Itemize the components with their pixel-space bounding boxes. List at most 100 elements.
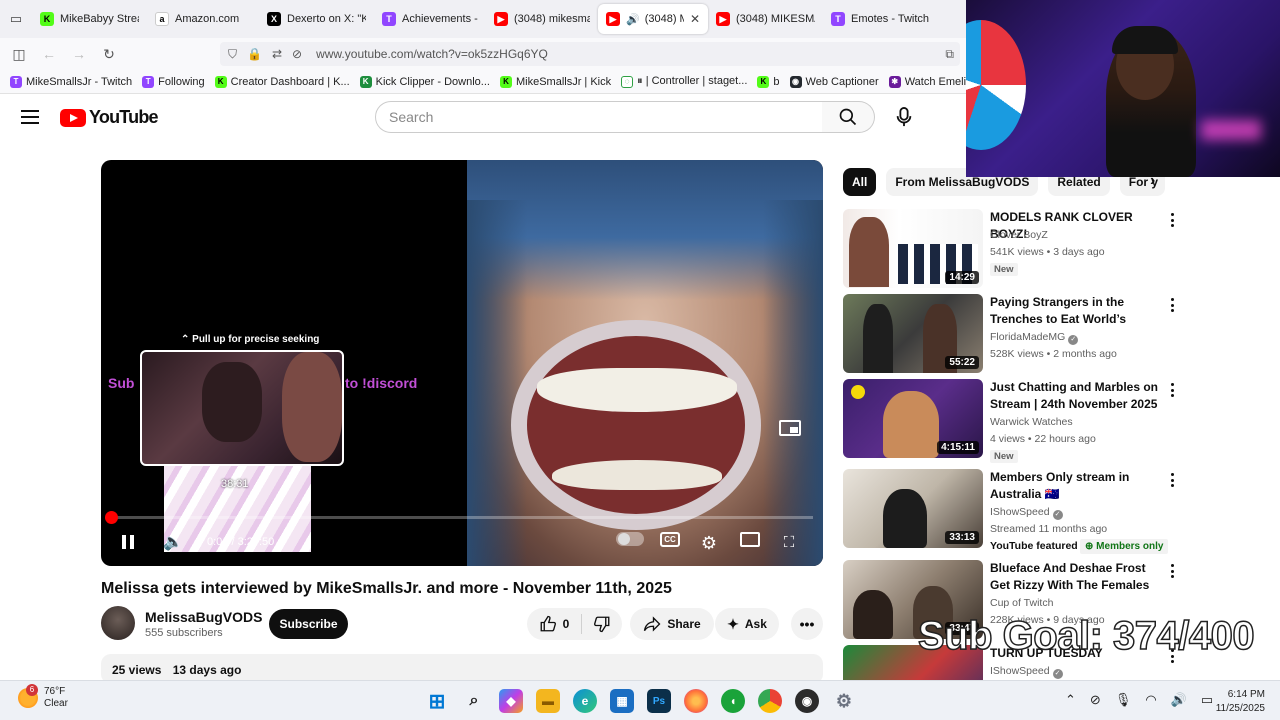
- theater-mode-button[interactable]: [740, 532, 760, 547]
- reload-icon[interactable]: ↻: [94, 46, 124, 63]
- more-vertical-icon[interactable]: [1167, 211, 1177, 229]
- dislike-button[interactable]: [582, 615, 622, 633]
- autoplay-blocked-icon[interactable]: ⊘: [292, 47, 302, 61]
- bookmark-following[interactable]: T Following: [142, 75, 205, 88]
- scrubber-handle[interactable]: [105, 511, 118, 524]
- search-input[interactable]: Search: [375, 101, 823, 133]
- volume-button[interactable]: 🔈: [161, 532, 185, 552]
- youtube-logo[interactable]: YouTube: [60, 107, 159, 128]
- chrome-icon[interactable]: [758, 689, 782, 713]
- url-text[interactable]: www.youtube.com/watch?v=ok5zzHGq6YQ: [316, 47, 548, 61]
- subscribe-button[interactable]: Subscribe: [269, 609, 348, 639]
- tab-youtube-melissa-active[interactable]: ▶🔊(3048) Mel✕: [598, 4, 708, 34]
- more-actions-button[interactable]: •••: [791, 608, 823, 640]
- bookmark-kick-clipper[interactable]: K Kick Clipper - Downlo...: [359, 75, 490, 88]
- chip-all[interactable]: All: [843, 168, 877, 196]
- address-bar[interactable]: ⛉ 🔒 ⇄ ⊘ www.youtube.com/watch?v=ok5zzHGq…: [220, 42, 960, 66]
- settings-button[interactable]: ⚙: [698, 532, 720, 554]
- recommendation-channel[interactable]: Warwick Watches: [990, 416, 1073, 428]
- ask-button[interactable]: ✦ Ask: [715, 608, 779, 640]
- recommendation-title[interactable]: Members Only stream in Australia 🇦🇺: [990, 469, 1166, 503]
- forward-arrow-icon[interactable]: →: [64, 46, 94, 62]
- recommendation-title[interactable]: Paying Strangers in the Trenches to Eat …: [990, 294, 1166, 328]
- microphone-icon[interactable]: 🎙: [1115, 692, 1132, 708]
- speaker-icon[interactable]: 🔊: [1171, 692, 1187, 708]
- recommendation-channel[interactable]: IShowSpeed ✓: [990, 506, 1063, 520]
- bookmark-controller-staget[interactable]: ◌ ⏸ | Controller | staget...: [621, 75, 747, 88]
- more-vertical-icon[interactable]: [1167, 471, 1177, 489]
- shield-icon[interactable]: ⛉: [228, 47, 237, 62]
- recommendation-item[interactable]: 55:22 Paying Strangers in the Trenches t…: [843, 294, 1183, 374]
- subtitles-button[interactable]: CC: [660, 532, 680, 547]
- bookmark-creator-dashboard[interactable]: K Creator Dashboard | K...: [214, 75, 350, 88]
- miniplayer-icon[interactable]: [779, 420, 801, 436]
- recommendation-channel[interactable]: Cup of Twitch: [990, 597, 1053, 609]
- tab-youtube-mikesmal[interactable]: ▶(3048) MIKESMAL: [708, 4, 823, 34]
- tab-achievements[interactable]: TAchievements - Tw: [374, 4, 486, 34]
- autoplay-toggle[interactable]: [616, 532, 644, 546]
- recommendation-channel[interactable]: FloridaMadeMG ✓: [990, 331, 1079, 345]
- audio-playing-icon[interactable]: 🔊: [626, 13, 640, 26]
- channel-avatar[interactable]: [101, 606, 135, 640]
- network-off-icon[interactable]: ⊘: [1090, 692, 1101, 708]
- more-vertical-icon[interactable]: [1167, 562, 1177, 580]
- file-explorer-icon[interactable]: ▬: [536, 689, 560, 713]
- tab-mikebabyy[interactable]: KMikeBabyy Strean: [32, 4, 147, 34]
- kick-app-icon[interactable]: ◖: [721, 689, 745, 713]
- chevron-up-icon[interactable]: ⌃: [1065, 692, 1076, 708]
- settings-icon[interactable]: ⚙: [832, 689, 856, 713]
- fullscreen-button[interactable]: ⛶: [779, 532, 799, 552]
- search-button[interactable]: [822, 101, 875, 133]
- recommendation-channel[interactable]: Clover BoyZ: [990, 229, 1048, 241]
- video-thumbnail[interactable]: 4:15:11: [843, 379, 983, 458]
- tab-amazon[interactable]: a Amazon.com: [147, 4, 259, 34]
- tab-dexerto[interactable]: XDexerto on X: "Kic: [259, 4, 374, 34]
- recommendation-item[interactable]: 14:29 MODELS RANK CLOVER BOYZ! Clover Bo…: [843, 209, 1183, 289]
- video-player[interactable]: Sub to !discord 38:31 ⌃ Pull up for prec…: [101, 160, 823, 566]
- recommendation-item[interactable]: 4:15:11 Just Chatting and Marbles on Str…: [843, 379, 1183, 463]
- progress-bar[interactable]: [105, 511, 813, 524]
- channel-name[interactable]: MelissaBugVODS: [145, 609, 262, 625]
- voice-search-button[interactable]: [886, 101, 922, 133]
- copilot-icon[interactable]: ◆: [499, 689, 523, 713]
- windows-start-icon[interactable]: ⊞: [425, 689, 449, 713]
- tab-overview-icon[interactable]: ▭: [0, 0, 32, 38]
- recommendation-channel[interactable]: IShowSpeed ✓: [990, 665, 1063, 679]
- bookmark-b[interactable]: Kb: [757, 75, 780, 88]
- recommendation-item[interactable]: 33:13 Members Only stream in Australia 🇦…: [843, 469, 1183, 554]
- permissions-icon[interactable]: ⇄: [272, 47, 282, 61]
- more-vertical-icon[interactable]: [1167, 381, 1177, 399]
- bookmark-web-captioner[interactable]: ◉ Web Captioner: [789, 75, 879, 88]
- kick-favicon: K: [214, 75, 227, 88]
- video-thumbnail[interactable]: 14:29: [843, 209, 983, 288]
- search-icon[interactable]: ⌕: [462, 689, 486, 713]
- firefox-icon[interactable]: [684, 689, 708, 713]
- recommendation-title[interactable]: Just Chatting and Marbles on Stream | 24…: [990, 379, 1166, 413]
- lock-icon[interactable]: 🔒: [247, 47, 262, 61]
- sidebar-toggle-icon[interactable]: ◫: [4, 46, 34, 63]
- weather-widget[interactable]: 6 76°F Clear: [18, 684, 68, 710]
- like-button[interactable]: 0: [527, 614, 582, 634]
- obs-icon[interactable]: ◉: [795, 689, 819, 713]
- picture-in-picture-icon[interactable]: ⧉: [945, 47, 954, 62]
- wifi-icon[interactable]: ◠: [1145, 692, 1156, 708]
- share-button[interactable]: Share: [630, 608, 714, 640]
- clock[interactable]: 6:14 PM 11/25/2025: [1213, 688, 1265, 716]
- recommendation-title[interactable]: Blueface And Deshae Frost Get Rizzy With…: [990, 560, 1166, 594]
- video-thumbnail[interactable]: 33:13: [843, 469, 983, 548]
- battery-icon[interactable]: ▭: [1201, 692, 1213, 708]
- back-arrow-icon[interactable]: ←: [34, 46, 64, 62]
- menu-icon[interactable]: [20, 107, 40, 127]
- tab-youtube-mikesmalls[interactable]: ▶(3048) mikesmalls: [486, 4, 598, 34]
- close-tab-icon[interactable]: ✕: [690, 12, 700, 26]
- photoshop-icon[interactable]: Ps: [647, 689, 671, 713]
- more-vertical-icon[interactable]: [1167, 296, 1177, 314]
- video-thumbnail[interactable]: 55:22: [843, 294, 983, 373]
- tab-emotes-twitch[interactable]: T Emotes - Twitch: [823, 4, 938, 34]
- clock-time: 6:14 PM: [1227, 689, 1265, 700]
- store-icon[interactable]: ▦: [610, 689, 634, 713]
- pause-button[interactable]: [119, 532, 137, 552]
- bookmark-mikesmallsjr-twitch[interactable]: T MikeSmallsJr - Twitch: [10, 75, 132, 88]
- edge-icon[interactable]: e: [573, 689, 597, 713]
- bookmark-mikesmallsjr-kick[interactable]: K MikeSmallsJr | Kick: [499, 75, 611, 88]
